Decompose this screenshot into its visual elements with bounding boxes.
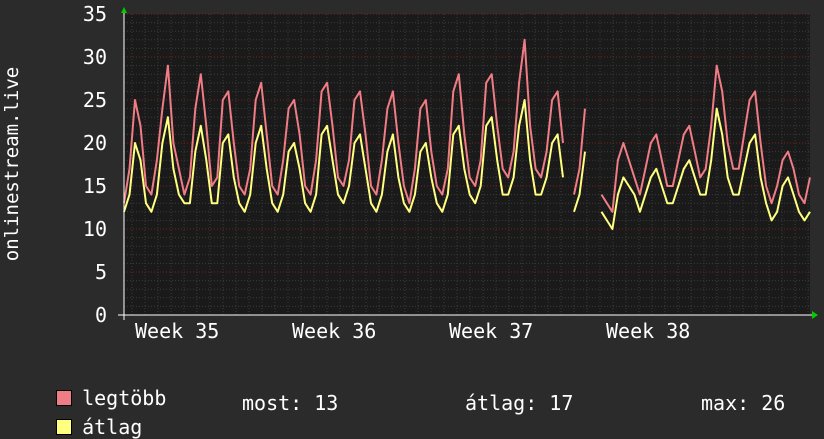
y-tick-label: 15 bbox=[83, 174, 107, 198]
y-axis-arrow-icon bbox=[121, 7, 127, 13]
y-tick-label: 5 bbox=[95, 260, 107, 284]
y-tick-label: 10 bbox=[83, 217, 107, 241]
x-tick-label: Week 38 bbox=[606, 319, 690, 343]
x-tick-label: Week 36 bbox=[292, 319, 376, 343]
y-tick-label: 35 bbox=[83, 2, 107, 26]
x-tick-label: Week 35 bbox=[135, 319, 219, 343]
y-axis-label: onlinestream.live bbox=[1, 67, 23, 261]
y-tick-label: 30 bbox=[83, 45, 107, 69]
y-tick-label: 0 bbox=[95, 303, 107, 327]
legend-label-avg: átlag bbox=[82, 415, 143, 439]
stat-now: most: 13 bbox=[242, 391, 339, 415]
stat-avg: átlag: 17 bbox=[465, 391, 574, 415]
x-axis: Week 35 Week 36 Week 37 Week 38 bbox=[135, 319, 690, 343]
x-tick-label: Week 37 bbox=[449, 319, 533, 343]
stat-max: max: 26 bbox=[701, 391, 786, 415]
x-axis-arrow-icon bbox=[812, 311, 818, 319]
y-tick-label: 25 bbox=[83, 88, 107, 112]
y-tick-label: 20 bbox=[83, 131, 107, 155]
legend-swatch-avg bbox=[56, 419, 73, 435]
y-axis: 0 5 10 15 20 25 30 35 bbox=[83, 2, 107, 327]
legend-avg: átlag bbox=[32, 391, 142, 439]
